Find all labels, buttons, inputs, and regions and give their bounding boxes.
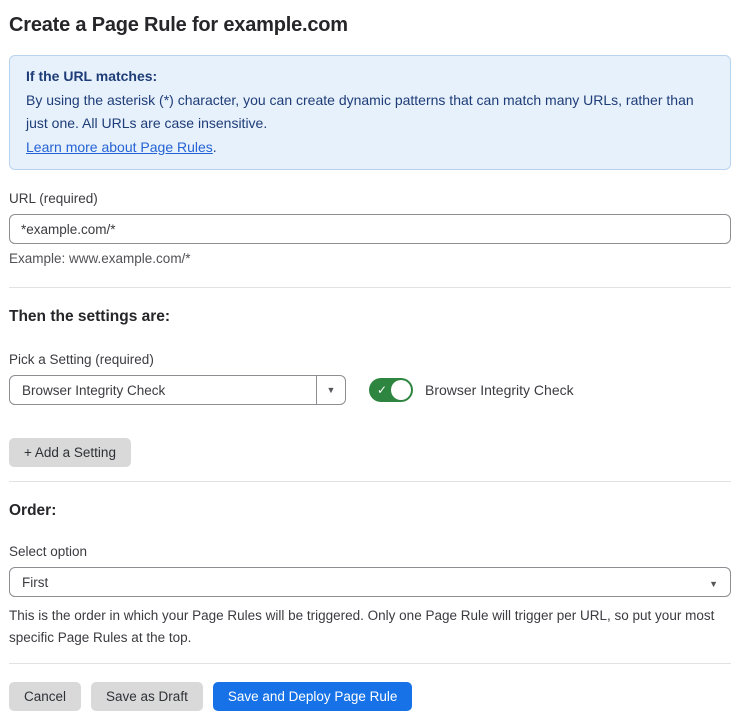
browser-integrity-check-toggle[interactable]: ✓	[369, 378, 413, 402]
order-select-label: Select option	[9, 544, 731, 559]
url-match-info-box: If the URL matches: By using the asteris…	[9, 55, 731, 170]
setting-select-arrow-button[interactable]: ▼	[316, 376, 345, 404]
url-example-hint: Example: www.example.com/*	[9, 251, 731, 266]
pick-setting-label: Pick a Setting (required)	[9, 352, 731, 367]
add-setting-button[interactable]: + Add a Setting	[9, 438, 131, 467]
order-description: This is the order in which your Page Rul…	[9, 605, 729, 649]
info-box-body: By using the asterisk (*) character, you…	[26, 89, 714, 136]
footer-actions: Cancel Save as Draft Save and Deploy Pag…	[9, 682, 731, 711]
link-suffix: .	[213, 139, 217, 155]
url-label: URL (required)	[9, 191, 731, 206]
setting-select-value: Browser Integrity Check	[10, 383, 316, 398]
order-heading: Order:	[9, 502, 731, 520]
settings-heading: Then the settings are:	[9, 308, 731, 326]
order-select-value: First	[10, 575, 709, 590]
toggle-knob	[391, 380, 411, 400]
toggle-label: Browser Integrity Check	[425, 382, 574, 398]
save-as-draft-button[interactable]: Save as Draft	[91, 682, 203, 711]
order-select[interactable]: First ▼	[9, 567, 731, 597]
info-box-heading: If the URL matches:	[26, 65, 714, 89]
page-title: Create a Page Rule for example.com	[9, 14, 731, 37]
divider-url-settings	[9, 287, 731, 288]
chevron-down-icon: ▼	[327, 385, 336, 395]
create-page-rule-form: Create a Page Rule for example.com If th…	[0, 0, 750, 720]
divider-footer	[9, 663, 731, 664]
info-box-link-line: Learn more about Page Rules.	[26, 136, 714, 160]
setting-select[interactable]: Browser Integrity Check ▼	[9, 375, 346, 405]
cancel-button[interactable]: Cancel	[9, 682, 81, 711]
setting-row: Browser Integrity Check ▼ ✓ Browser Inte…	[9, 375, 731, 405]
learn-more-link[interactable]: Learn more about Page Rules	[26, 139, 213, 155]
divider-settings-order	[9, 481, 731, 482]
save-and-deploy-button[interactable]: Save and Deploy Page Rule	[213, 682, 413, 711]
check-icon: ✓	[377, 382, 387, 398]
url-input[interactable]	[9, 214, 731, 244]
order-chevron-down-icon: ▼	[709, 575, 730, 590]
